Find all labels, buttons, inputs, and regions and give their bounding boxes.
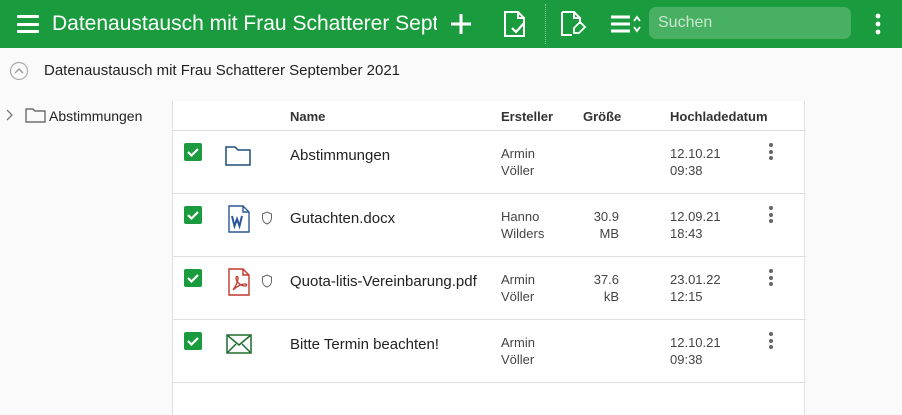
size-value: 37.6: [593, 272, 619, 287]
file-size: 37.6 kB: [573, 271, 619, 305]
page-title: Datenaustausch mit Frau Schatterer Sept.…: [52, 12, 437, 35]
tree-item-abstimmungen[interactable]: Abstimmungen: [5, 104, 165, 128]
toolbar-divider: [545, 4, 546, 44]
file-creator: Armin Völler: [501, 271, 535, 305]
upload-date: 23.01.22 12:15: [670, 271, 721, 305]
search-input[interactable]: [649, 7, 851, 39]
size-value: 30.9: [593, 209, 619, 224]
chevron-right-icon[interactable]: [5, 108, 15, 127]
row-menu-icon[interactable]: [763, 143, 779, 163]
document-check-icon[interactable]: [502, 10, 528, 38]
top-bar: Datenaustausch mit Frau Schatterer Sept.…: [0, 0, 902, 48]
table-row[interactable]: Gutachten.docx Hanno Wilders 30.9 MB 12.09…: [173, 194, 806, 257]
file-creator: Armin Völler: [501, 334, 535, 368]
row-menu-icon[interactable]: [763, 332, 779, 352]
column-header-upload-date[interactable]: Hochladedatum: [670, 109, 768, 124]
file-creator: Armin Völler: [501, 145, 535, 179]
upload-day: 23.01.22: [670, 272, 721, 287]
protected-shield-icon: [261, 211, 273, 230]
upload-time: 09:38: [670, 352, 703, 367]
file-name[interactable]: Quota-litis-Vereinbarung.pdf: [290, 273, 477, 290]
folder-icon: [225, 144, 251, 171]
word-document-icon: [228, 205, 250, 238]
upload-day: 12.10.21: [670, 335, 721, 350]
email-icon: [226, 334, 252, 359]
add-icon[interactable]: [449, 12, 473, 36]
upload-day: 12.09.21: [670, 209, 721, 224]
creator-first-name: Armin: [501, 335, 535, 350]
creator-last-name: Völler: [501, 352, 535, 367]
document-tag-icon[interactable]: [559, 10, 587, 38]
creator-first-name: Hanno: [501, 209, 540, 224]
table-header: Name Ersteller Größe Hochladedatum: [173, 101, 806, 131]
file-name[interactable]: Gutachten.docx: [290, 210, 395, 227]
creator-first-name: Armin: [501, 272, 535, 287]
folder-icon: [25, 107, 46, 128]
upload-date: 12.10.21 09:38: [670, 334, 721, 368]
upload-time: 09:38: [670, 163, 703, 178]
creator-first-name: Armin: [501, 146, 535, 161]
row-checkbox[interactable]: [184, 206, 202, 224]
creator-last-name: Wilders: [501, 226, 545, 241]
upload-date: 12.10.21 09:38: [670, 145, 721, 179]
size-unit: MB: [599, 226, 620, 241]
row-checkbox[interactable]: [184, 332, 202, 350]
row-menu-icon[interactable]: [763, 269, 779, 289]
upload-date: 12.09.21 18:43: [670, 208, 721, 242]
column-header-creator[interactable]: Ersteller: [501, 109, 553, 124]
row-checkbox[interactable]: [184, 143, 202, 161]
upload-time: 18:43: [670, 226, 703, 241]
table-row[interactable]: Bitte Termin beachten! Armin Völler 12.10…: [173, 320, 806, 383]
navigate-up-icon[interactable]: [9, 61, 29, 86]
column-header-size[interactable]: Größe: [583, 109, 621, 124]
row-menu-icon[interactable]: [763, 206, 779, 226]
creator-last-name: Völler: [501, 289, 535, 304]
breadcrumb-label: Datenaustausch mit Frau Schatterer Septe…: [44, 62, 401, 79]
table-row[interactable]: Quota-litis-Vereinbarung.pdf Armin Völler…: [173, 257, 806, 320]
upload-time: 12:15: [670, 289, 703, 304]
more-options-icon[interactable]: [874, 13, 882, 35]
file-list-panel: Name Ersteller Größe Hochladedatum Absti…: [172, 101, 806, 415]
size-unit: kB: [603, 289, 619, 304]
menu-icon[interactable]: [17, 15, 39, 33]
file-size: 30.9 MB: [573, 208, 619, 242]
pdf-document-icon: [228, 268, 250, 301]
breadcrumb: Datenaustausch mit Frau Schatterer Septe…: [0, 48, 902, 94]
column-header-name[interactable]: Name: [290, 109, 325, 124]
tree-item-label: Abstimmungen: [49, 108, 143, 124]
upload-day: 12.10.21: [670, 146, 721, 161]
creator-last-name: Völler: [501, 163, 535, 178]
file-name[interactable]: Abstimmungen: [290, 147, 390, 164]
file-creator: Hanno Wilders: [501, 208, 544, 242]
row-checkbox[interactable]: [184, 269, 202, 287]
file-name[interactable]: Bitte Termin beachten!: [290, 336, 439, 353]
table-row[interactable]: Abstimmungen Armin Völler 12.10.21 09:38: [173, 131, 806, 194]
sort-list-icon[interactable]: [609, 14, 643, 34]
protected-shield-icon: [261, 274, 273, 293]
